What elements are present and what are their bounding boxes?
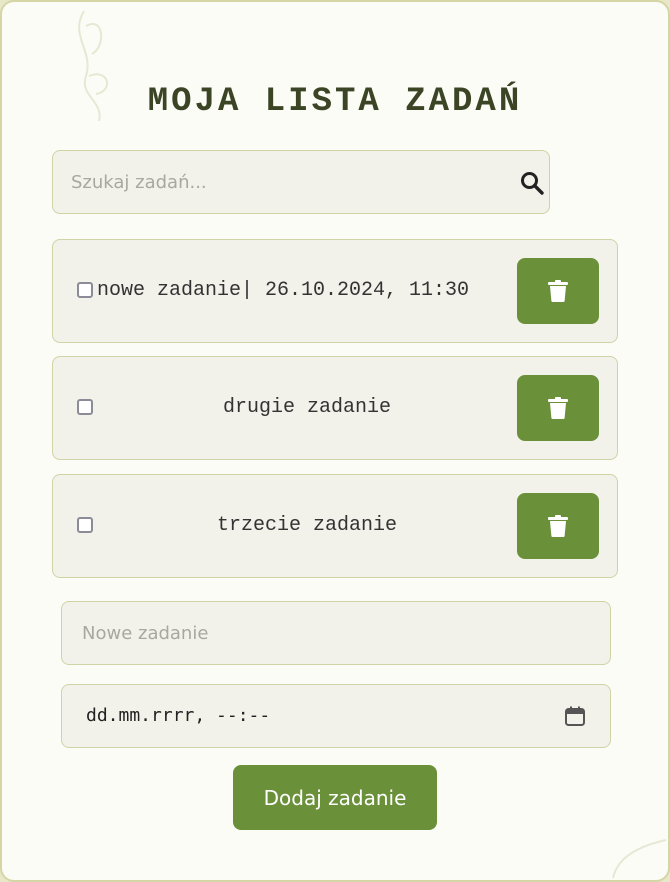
task-item: drugie zadanie bbox=[52, 356, 618, 460]
corner-doodle bbox=[612, 839, 667, 879]
add-task-button[interactable]: Dodaj zadanie bbox=[233, 765, 437, 830]
task-checkbox[interactable] bbox=[77, 517, 93, 533]
page-title: MOJA LISTA ZADAŃ bbox=[147, 83, 523, 121]
task-text: trzecie zadanie bbox=[216, 514, 398, 537]
task-checkbox[interactable] bbox=[77, 399, 93, 415]
datetime-value: dd.mm.rrrr, --:-- bbox=[86, 705, 271, 726]
task-text: nowe zadanie| 26.10.2024, 11:30 bbox=[97, 279, 470, 302]
search-icon[interactable] bbox=[519, 170, 545, 196]
task-checkbox[interactable] bbox=[77, 282, 93, 298]
datetime-field[interactable]: dd.mm.rrrr, --:-- bbox=[61, 684, 611, 748]
new-task-input[interactable] bbox=[62, 602, 610, 664]
trash-icon bbox=[548, 515, 568, 537]
delete-task-button[interactable] bbox=[517, 258, 599, 324]
delete-task-button[interactable] bbox=[517, 493, 599, 559]
task-item: nowe zadanie| 26.10.2024, 11:30 bbox=[52, 239, 618, 343]
new-task-box bbox=[61, 601, 611, 665]
todo-card: MOJA LISTA ZADAŃ nowe zadanie| 26.10.202… bbox=[0, 0, 670, 882]
calendar-icon[interactable] bbox=[564, 705, 586, 727]
search-input[interactable] bbox=[53, 151, 493, 213]
trash-icon bbox=[548, 280, 568, 302]
trash-icon bbox=[548, 397, 568, 419]
search-box bbox=[52, 150, 550, 214]
task-item: trzecie zadanie bbox=[52, 474, 618, 578]
delete-task-button[interactable] bbox=[517, 375, 599, 441]
task-text: drugie zadanie bbox=[222, 396, 392, 419]
